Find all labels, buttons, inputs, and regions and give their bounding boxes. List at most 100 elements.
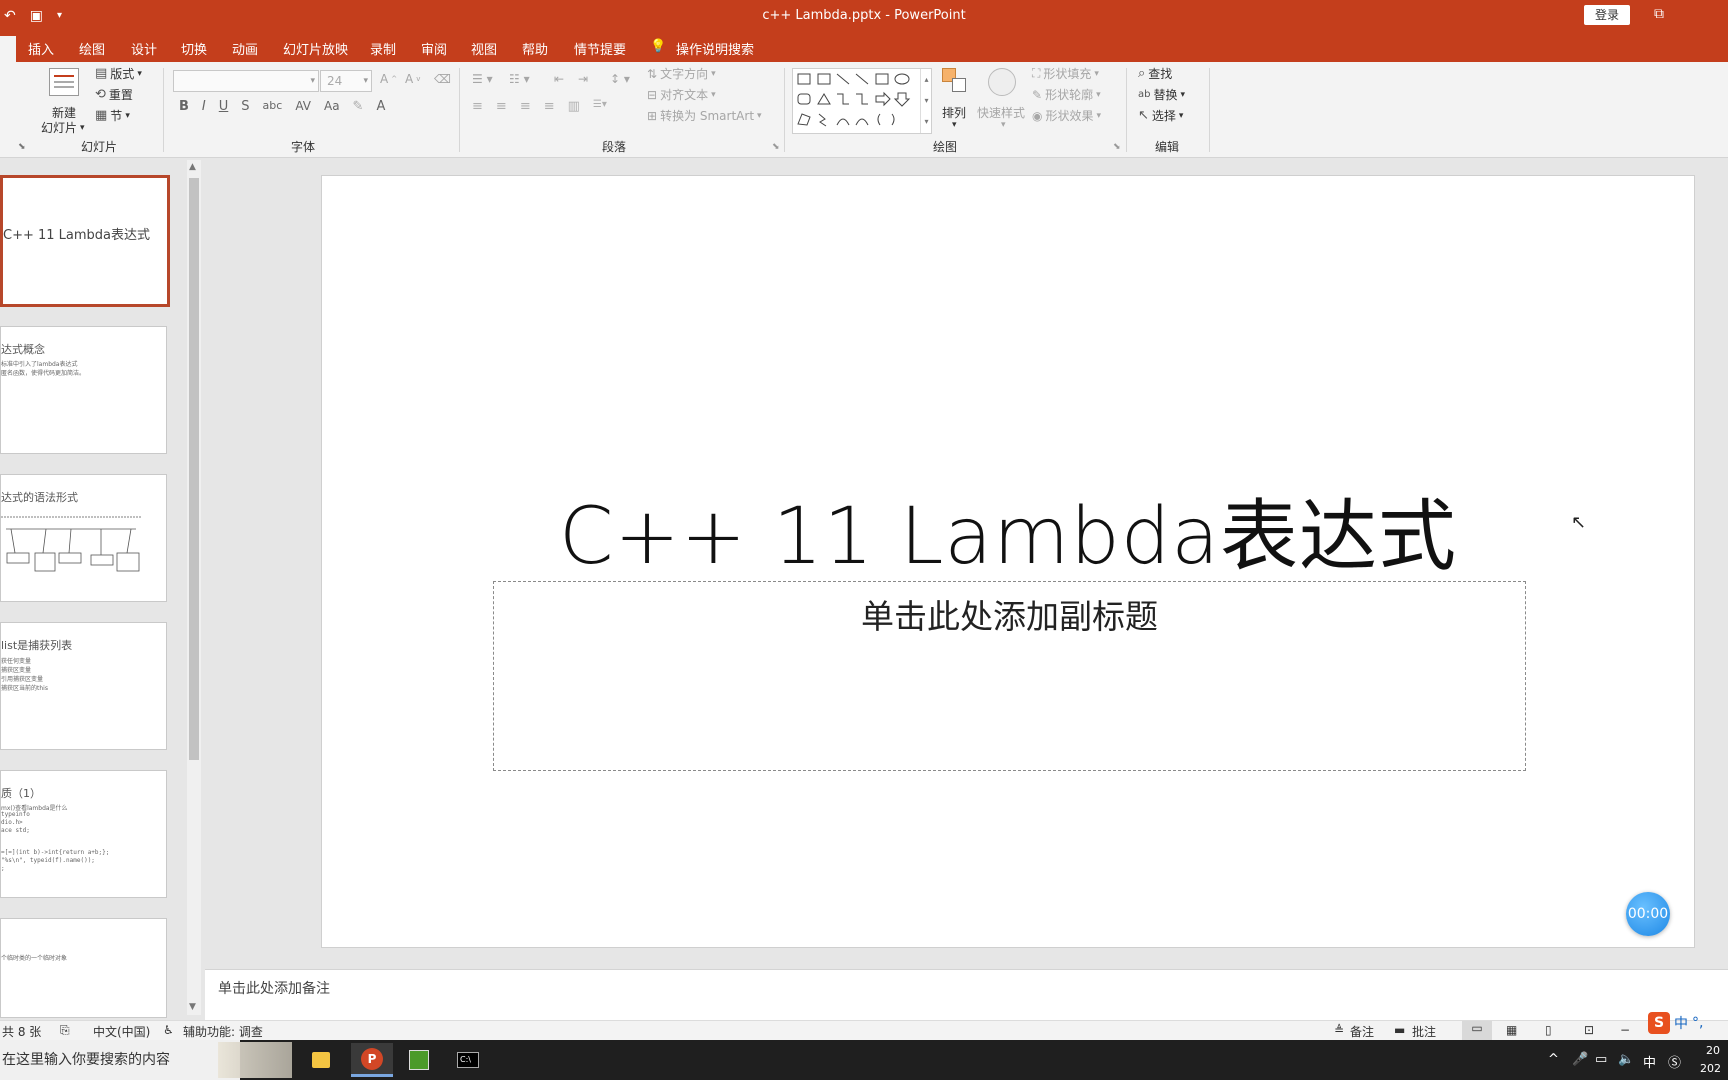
slide-thumbnail[interactable]: 达式概念 标准中引入了lambda表达式 匿名函数，使得代码更加简洁。 — [0, 326, 167, 454]
align-left-icon[interactable]: ≡ — [472, 99, 483, 114]
justify-icon[interactable]: ≡ — [544, 99, 555, 114]
scroll-up-icon[interactable]: ▲ — [189, 162, 196, 172]
tab-view[interactable]: 视图 — [471, 39, 497, 58]
align-text-button[interactable]: ⊟ 对齐文本 ▾ — [647, 86, 716, 103]
login-button[interactable]: 登录 — [1584, 5, 1630, 25]
tab-transitions[interactable]: 切换 — [181, 39, 207, 58]
font-name-combo[interactable]: ▾ — [173, 70, 319, 92]
tab-animations[interactable]: 动画 — [232, 39, 258, 58]
italic-button[interactable]: I — [202, 99, 206, 114]
char-spacing-button[interactable]: AV — [295, 99, 311, 114]
notes-pane[interactable]: 单击此处添加备注 — [205, 969, 1728, 1020]
decrease-indent-icon[interactable]: ⇤ — [554, 72, 564, 86]
scrollbar-thumb[interactable] — [189, 178, 199, 760]
zoom-out-icon[interactable]: − — [1620, 1023, 1630, 1037]
font-size-combo[interactable]: 24 ▾ — [320, 70, 372, 92]
scroll-down-icon[interactable]: ▼ — [189, 1002, 196, 1012]
shadow-button[interactable]: S — [241, 99, 249, 114]
section-button[interactable]: ▦ 节 ▾ — [95, 107, 130, 124]
clear-formatting-icon[interactable]: ⌫ — [434, 72, 451, 86]
taskbar-search-input[interactable]: 在这里输入你要搜索的内容 — [0, 1040, 240, 1080]
new-slide-icon[interactable] — [49, 68, 79, 96]
slide-thumbnail[interactable]: 质（1） mx()查看lambda是什么 typeinfo dio.h> ace… — [0, 770, 167, 898]
slide-thumbnail[interactable]: 个临时类的一个临时对象 — [0, 918, 167, 1018]
align-center-icon[interactable]: ≡ — [496, 99, 507, 114]
ime-toolbar[interactable]: S 中 °, — [1648, 1012, 1703, 1034]
bold-button[interactable]: B — [179, 99, 189, 114]
tab-record[interactable]: 录制 — [370, 39, 396, 58]
change-case-button[interactable]: Aa — [324, 99, 340, 114]
tab-design[interactable]: 设计 — [131, 39, 157, 58]
increase-indent-icon[interactable]: ⇥ — [578, 72, 588, 86]
comments-button[interactable]: 批注 — [1412, 1023, 1436, 1040]
align-right-icon[interactable]: ≡ — [520, 99, 531, 114]
reading-view-icon[interactable]: ▯ — [1545, 1023, 1552, 1037]
select-button[interactable]: ↖ 选择 ▾ — [1138, 107, 1183, 124]
sogou-tray-icon[interactable]: Ⓢ — [1668, 1052, 1681, 1071]
tab-draw[interactable]: 绘图 — [79, 39, 105, 58]
highlight-icon[interactable]: ✎ — [353, 99, 364, 114]
clock-time[interactable]: 20 — [1706, 1044, 1720, 1057]
tab-slideshow[interactable]: 幻灯片放映 — [283, 39, 348, 58]
convert-smartart-button[interactable]: ⊞ 转换为 SmartArt ▾ — [647, 107, 762, 124]
tab-insert[interactable]: 插入 — [28, 39, 54, 58]
shrink-font-icon[interactable]: Av — [405, 72, 420, 86]
tab-review[interactable]: 审阅 — [421, 39, 447, 58]
spellcheck-icon[interactable]: ⎘ — [60, 1023, 70, 1038]
slide-thumbnail[interactable]: C++ 11 Lambda表达式 — [0, 175, 170, 307]
quick-styles-dropdown-icon[interactable]: ▾ — [1001, 120, 1006, 130]
line-spacing-icon[interactable]: ↕ ▾ — [610, 72, 630, 86]
powerpoint-taskbar-icon[interactable]: P — [351, 1043, 393, 1077]
tab-help[interactable]: 帮助 — [522, 39, 548, 58]
find-button[interactable]: ⌕ 查找 — [1138, 65, 1172, 82]
subtitle-placeholder[interactable]: 单击此处添加副标题 — [493, 581, 1526, 771]
recording-timer[interactable]: 00:00 — [1626, 892, 1670, 936]
tell-me-search[interactable]: 操作说明搜索 — [676, 39, 754, 58]
slide-thumbnail[interactable]: 达式的语法形式 — [0, 474, 167, 602]
dialog-launcher-icon[interactable]: ⬊ — [18, 142, 26, 152]
microphone-icon[interactable]: 🎤 — [1572, 1052, 1588, 1067]
layout-button[interactable]: ▤ 版式 ▾ — [95, 65, 142, 82]
thumbnails-scrollbar[interactable]: ▲ ▼ — [187, 160, 201, 1015]
ime-mode[interactable]: 中 — [1674, 1013, 1688, 1033]
shape-fill-button[interactable]: ⛶ 形状填充 ▾ — [1032, 65, 1099, 82]
shapes-gallery[interactable]: ▴ ▾ ▾ — [792, 68, 932, 134]
ribbon-display-options-icon[interactable]: ⧉ — [1654, 6, 1664, 22]
columns-icon[interactable]: ▥ — [568, 99, 580, 114]
ime-indicator[interactable]: 中 — [1643, 1052, 1656, 1071]
terminal-icon[interactable]: C:\ — [447, 1043, 489, 1077]
file-explorer-icon[interactable] — [300, 1043, 342, 1077]
quick-styles-button[interactable]: 快速样式 — [977, 104, 1025, 121]
numbering-icon[interactable]: ☷ ▾ — [509, 72, 530, 86]
font-color-button[interactable]: A — [376, 99, 385, 114]
underline-button[interactable]: U — [219, 99, 229, 114]
slide-title[interactable]: C++ 11 Lambda表达式 — [322, 474, 1694, 586]
tab-storyboard[interactable]: 情节提要 — [574, 39, 626, 58]
chart-app-icon[interactable] — [398, 1043, 440, 1077]
quick-styles-icon[interactable] — [988, 68, 1016, 96]
slide-thumbnail[interactable]: list是捕获列表 获任何变量 捕获区变量 引用捕获区变量 捕获区当前的this — [0, 622, 167, 750]
strikethrough-button[interactable]: abc — [263, 99, 283, 114]
gallery-scroll[interactable]: ▴ ▾ ▾ — [920, 69, 932, 133]
slideshow-view-icon[interactable]: ⊡ — [1584, 1023, 1594, 1037]
shapes-icons[interactable] — [793, 69, 921, 133]
dialog-launcher-icon[interactable]: ⬊ — [1113, 142, 1121, 152]
arrange-icon[interactable] — [942, 68, 970, 96]
text-direction-button[interactable]: ⇅ 文字方向 ▾ — [647, 65, 716, 82]
tab-home[interactable] — [0, 36, 16, 62]
grow-font-icon[interactable]: A ^ — [380, 72, 397, 86]
arrange-dropdown-icon[interactable]: ▾ — [952, 120, 957, 130]
shape-outline-button[interactable]: ✎ 形状轮廓 ▾ — [1032, 86, 1101, 103]
clock-date[interactable]: 202 — [1700, 1062, 1721, 1075]
volume-icon[interactable]: 🔈 — [1618, 1052, 1634, 1067]
slide-canvas[interactable]: C++ 11 Lambda表达式 单击此处添加副标题 — [321, 175, 1695, 948]
slide-sorter-icon[interactable]: ▦ — [1506, 1023, 1517, 1037]
accessibility-status[interactable]: 辅助功能: 调查 — [183, 1023, 263, 1040]
replace-button[interactable]: ab 替换 ▾ — [1138, 86, 1185, 103]
punctuation-icon[interactable]: °, — [1692, 1015, 1703, 1031]
shape-effects-button[interactable]: ◉ 形状效果 ▾ — [1032, 107, 1101, 124]
network-icon[interactable]: ▭ — [1595, 1052, 1607, 1067]
reset-button[interactable]: ⟲ 重置 — [95, 86, 133, 103]
dialog-launcher-icon[interactable]: ⬊ — [772, 142, 780, 152]
bullets-icon[interactable]: ☰ ▾ — [472, 72, 493, 86]
